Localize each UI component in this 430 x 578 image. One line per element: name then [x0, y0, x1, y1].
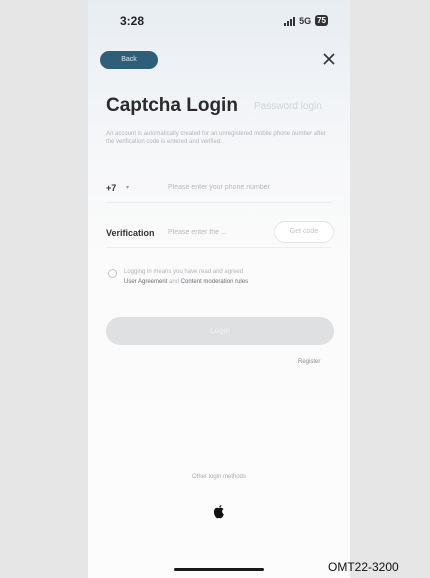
other-login-methods-label: Other login methods: [191, 474, 247, 480]
status-bar: 3:28 5G 75: [88, 14, 350, 34]
agreement-checkbox[interactable]: [108, 269, 117, 278]
status-time: 3:28: [120, 14, 145, 28]
chevron-down-icon[interactable]: ▾: [126, 184, 129, 191]
status-indicators: 5G 75: [284, 15, 328, 26]
agreement-prefix: Logging in means you have read and agree…: [124, 269, 244, 275]
phone-number-input[interactable]: [168, 180, 328, 194]
get-code-button[interactable]: Get code: [274, 221, 334, 243]
close-icon[interactable]: [320, 50, 338, 68]
back-button[interactable]: Back: [100, 51, 158, 69]
verification-code-input[interactable]: [168, 225, 264, 239]
agreement-conjunction: and: [167, 279, 181, 285]
user-agreement-link[interactable]: User Agreement: [124, 279, 167, 285]
apple-icon[interactable]: [212, 504, 226, 520]
country-code-selector[interactable]: +7: [106, 183, 116, 193]
tab-captcha-login[interactable]: Captcha Login: [106, 95, 238, 117]
home-indicator: [174, 568, 264, 571]
verification-label: Verification: [106, 228, 155, 238]
tab-password-login[interactable]: Password login: [254, 101, 322, 112]
network-type: 5G: [299, 15, 312, 26]
login-button[interactable]: Login: [106, 317, 334, 345]
content-rules-link[interactable]: Content moderation rules: [181, 279, 248, 285]
battery-icon: 75: [315, 15, 328, 26]
phone-divider: [106, 202, 332, 203]
register-link[interactable]: Register: [298, 359, 320, 365]
signal-icon: [284, 16, 296, 26]
agreement-text: Logging in means you have read and agree…: [124, 267, 334, 287]
figure-code: OMT22-3200: [328, 560, 399, 574]
auto-register-notice: An account is automatically created for …: [106, 131, 326, 145]
verification-divider: [106, 247, 332, 248]
phone-screen: 3:28 5G 75 Back Captcha Login Password l…: [88, 0, 350, 578]
